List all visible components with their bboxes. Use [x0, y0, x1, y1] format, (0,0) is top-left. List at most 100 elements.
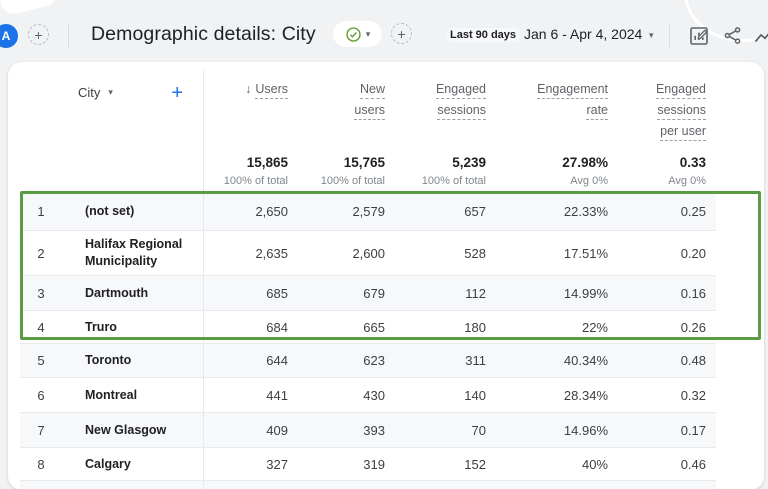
totals-row: 15,865 100% of total 15,765 100% of tota…	[20, 145, 716, 193]
table-row[interactable]: 7 New Glasgow 409 393 70 14.96% 0.17	[20, 413, 716, 448]
ga-demographic-details-screen: A + Demographic details: City ▾ + Last 9…	[0, 0, 768, 489]
engaged-sessions-per-user-cell: 0.46	[618, 457, 716, 472]
new-users-cell: 665	[298, 320, 395, 335]
toolbar-divider	[669, 23, 670, 49]
row-index: 4	[20, 320, 62, 335]
engaged-sessions-per-user-cell: 0.32	[618, 388, 716, 403]
plus-icon: +	[34, 28, 42, 42]
data-quality-dropdown[interactable]: ▾	[333, 21, 382, 47]
table-row[interactable]: 6 Montreal 441 430 140 28.34% 0.32	[20, 378, 716, 413]
column-header-users[interactable]: ↓ Users	[203, 70, 298, 145]
caret-down-icon: ▾	[108, 88, 113, 97]
table-row[interactable]: 3 Dartmouth 685 679 112 14.99% 0.16	[20, 276, 716, 311]
sort-descending-icon: ↓	[245, 82, 251, 96]
column-label: rate	[586, 103, 608, 120]
insights-icon[interactable]	[753, 24, 768, 48]
decorative-corner-top-left	[0, 0, 60, 17]
row-index: 2	[20, 246, 62, 261]
engaged-sessions-cell: 311	[395, 353, 496, 368]
engaged-sessions-cell: 112	[395, 286, 496, 301]
share-icon[interactable]	[722, 25, 746, 49]
engaged-sessions-cell: 180	[395, 320, 496, 335]
engagement-rate-cell: 17.51%	[496, 246, 618, 261]
city-cell: Halifax Regional Municipality	[62, 236, 203, 270]
column-header-engagement-rate[interactable]: Engagement rate	[496, 70, 618, 145]
dimension-selector[interactable]: City ▾	[78, 85, 113, 100]
caret-down-icon[interactable]: ▾	[649, 31, 654, 40]
engaged-sessions-cell: 152	[395, 457, 496, 472]
engaged-sessions-cell: 528	[395, 246, 496, 261]
city-cell: Calgary	[62, 456, 203, 473]
engaged-sessions-per-user-cell: 0.48	[618, 353, 716, 368]
users-cell: 2,650	[203, 204, 298, 219]
row-index: 7	[20, 423, 62, 438]
users-cell: 2,635	[203, 246, 298, 261]
new-users-cell: 2,600	[298, 246, 395, 261]
engagement-rate-cell: 40%	[496, 457, 618, 472]
column-label: Engaged	[656, 82, 706, 99]
page-title: Demographic details: City	[91, 23, 316, 46]
column-label: users	[354, 103, 385, 120]
add-comparison-button[interactable]: +	[28, 24, 49, 45]
column-label: Users	[255, 82, 288, 99]
column-label: New	[360, 82, 385, 99]
row-index: 6	[20, 388, 62, 403]
city-cell: New Glasgow	[62, 422, 203, 439]
users-cell: 409	[203, 423, 298, 438]
total-engaged-sessions: 5,239 100% of total	[395, 145, 496, 193]
row-index: 1	[20, 204, 62, 219]
avatar-letter: A	[2, 29, 11, 43]
date-range-selector[interactable]: Jan 6 - Apr 4, 2024	[524, 26, 642, 42]
city-cell: Toronto	[62, 352, 203, 369]
column-header-engaged-sessions-per-user[interactable]: Engaged sessions per user	[618, 70, 716, 145]
new-users-cell: 2,579	[298, 204, 395, 219]
table-header-row: City ▾ + ↓ Users New users Engaged sessio…	[20, 70, 716, 145]
column-header-engaged-sessions[interactable]: Engaged sessions	[395, 70, 496, 145]
column-label: Engaged	[436, 82, 486, 99]
engaged-sessions-per-user-cell: 0.17	[618, 423, 716, 438]
add-dimension-button[interactable]: +	[171, 83, 183, 103]
city-metrics-table: City ▾ + ↓ Users New users Engaged sessio…	[20, 70, 716, 489]
date-range-preset-label: Last 90 days	[447, 28, 519, 42]
top-toolbar: A + Demographic details: City ▾ + Last 9…	[0, 0, 768, 62]
engagement-rate-cell: 28.34%	[496, 388, 618, 403]
users-cell: 441	[203, 388, 298, 403]
engagement-rate-cell: 14.99%	[496, 286, 618, 301]
city-cell: Truro	[62, 319, 203, 336]
engaged-sessions-per-user-cell: 0.25	[618, 204, 716, 219]
table-row[interactable]: 1 (not set) 2,650 2,579 657 22.33% 0.25	[20, 193, 716, 231]
users-cell: 684	[203, 320, 298, 335]
new-users-cell: 393	[298, 423, 395, 438]
row-index: 3	[20, 286, 62, 301]
users-cell: 644	[203, 353, 298, 368]
column-label: per user	[660, 124, 706, 141]
table-row[interactable]: 5 Toronto 644 623 311 40.34% 0.48	[20, 344, 716, 378]
column-label: sessions	[657, 103, 706, 120]
engagement-rate-cell: 40.34%	[496, 353, 618, 368]
total-engaged-sessions-per-user: 0.33 Avg 0%	[618, 145, 716, 193]
city-cell: (not set)	[62, 203, 203, 220]
avatar[interactable]: A	[0, 24, 18, 48]
column-header-new-users[interactable]: New users	[298, 70, 395, 145]
table-row[interactable]: 2 Halifax Regional Municipality 2,635 2,…	[20, 231, 716, 276]
add-filter-button[interactable]: +	[391, 23, 412, 44]
new-users-cell: 679	[298, 286, 395, 301]
column-divider	[203, 70, 204, 489]
report-card: City ▾ + ↓ Users New users Engaged sessio…	[8, 62, 764, 489]
column-label: Engagement	[537, 82, 608, 99]
total-users: 15,865 100% of total	[203, 145, 298, 193]
table-row[interactable]: 8 Calgary 327 319 152 40% 0.46	[20, 448, 716, 481]
caret-down-icon: ▾	[366, 30, 371, 39]
engaged-sessions-per-user-cell: 0.16	[618, 286, 716, 301]
dimension-header: City ▾ +	[20, 70, 203, 145]
engagement-rate-cell: 22%	[496, 320, 618, 335]
toolbar-divider	[68, 23, 69, 49]
check-circle-icon	[345, 26, 362, 43]
engaged-sessions-per-user-cell: 0.20	[618, 246, 716, 261]
table-row[interactable]: 4 Truro 684 665 180 22% 0.26	[20, 311, 716, 344]
dimension-label: City	[78, 85, 100, 100]
customize-report-icon[interactable]	[687, 24, 711, 48]
users-cell: 685	[203, 286, 298, 301]
new-users-cell: 319	[298, 457, 395, 472]
users-cell: 327	[203, 457, 298, 472]
